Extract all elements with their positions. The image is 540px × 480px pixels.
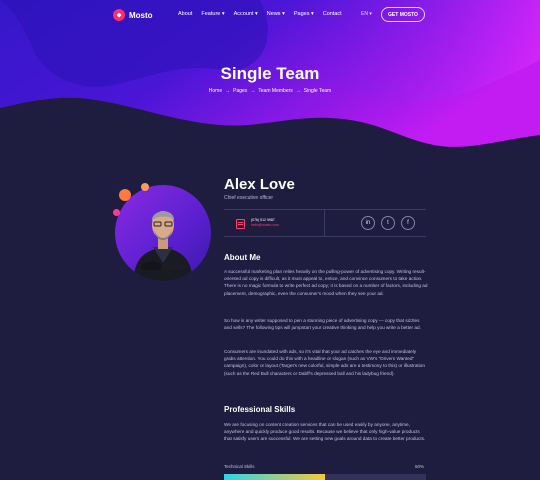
nav-item-about[interactable]: About (178, 11, 192, 17)
breadcrumb-pages[interactable]: Pages (233, 88, 247, 94)
skill-percent: 50% (415, 464, 425, 469)
about-paragraph-2: So how is any writer supposed to pen a s… (224, 318, 421, 331)
linkedin-icon[interactable]: in (361, 216, 375, 230)
divider (324, 210, 325, 237)
member-name: Alex Love (224, 176, 295, 193)
logo-icon (113, 9, 125, 21)
member-role: Chief executive officer (224, 195, 274, 201)
top-navbar: Mosto About Feature ▾ Account ▾ News ▾ P… (0, 0, 540, 30)
skills-paragraph: We are focusing on content creation serv… (224, 422, 426, 442)
breadcrumb-arrow-icon: → (250, 88, 256, 94)
nav-item-account[interactable]: Account ▾ (234, 11, 258, 17)
breadcrumb-current: Single Team (303, 88, 332, 94)
brand-logo[interactable]: Mosto (113, 9, 153, 21)
nav-item-contact[interactable]: Contact (323, 11, 342, 17)
main-menu: About Feature ▾ Account ▾ News ▾ Pages ▾… (178, 11, 351, 17)
skill-label: Technical Skills (224, 464, 255, 469)
contact-bar: (076) 512 9987 hello@mosto.com in t f (224, 209, 426, 237)
nav-item-pages[interactable]: Pages ▾ (294, 11, 314, 17)
skill-progress-track (224, 474, 426, 480)
skill-progress-fill (224, 474, 325, 480)
facebook-icon[interactable]: f (401, 216, 415, 230)
about-paragraph-1: A successful marketing plan relies heavi… (224, 269, 428, 296)
page-title: Single Team (220, 64, 320, 83)
decor-dot (119, 189, 131, 201)
about-heading: About Me (224, 253, 261, 262)
breadcrumb: Home → Pages → Team Members → Single Team (0, 88, 540, 94)
nav-item-news[interactable]: News ▾ (267, 11, 285, 17)
nav-item-feature[interactable]: Feature ▾ (201, 11, 224, 17)
breadcrumb-arrow-icon: → (225, 88, 231, 94)
email-address[interactable]: hello@mosto.com (251, 223, 279, 228)
photo-circle (115, 185, 211, 281)
decor-dot (113, 209, 120, 216)
contact-card-icon (236, 219, 245, 229)
skills-heading: Professional Skills (224, 405, 296, 414)
contact-details: (076) 512 9987 hello@mosto.com (251, 218, 279, 228)
get-mosto-button[interactable]: GET MOSTO (381, 7, 425, 22)
brand-name: Mosto (129, 10, 153, 20)
team-member-photo (113, 183, 211, 281)
breadcrumb-arrow-icon: → (295, 88, 301, 94)
decor-dot (141, 183, 149, 191)
breadcrumb-home[interactable]: Home (209, 88, 222, 94)
twitter-icon[interactable]: t (381, 216, 395, 230)
breadcrumb-team-members[interactable]: Team Members (258, 88, 292, 94)
about-paragraph-3: Consumers are inundated with ads, so it'… (224, 349, 425, 376)
language-selector[interactable]: EN ▾ (361, 11, 372, 17)
person-illustration (133, 211, 193, 281)
